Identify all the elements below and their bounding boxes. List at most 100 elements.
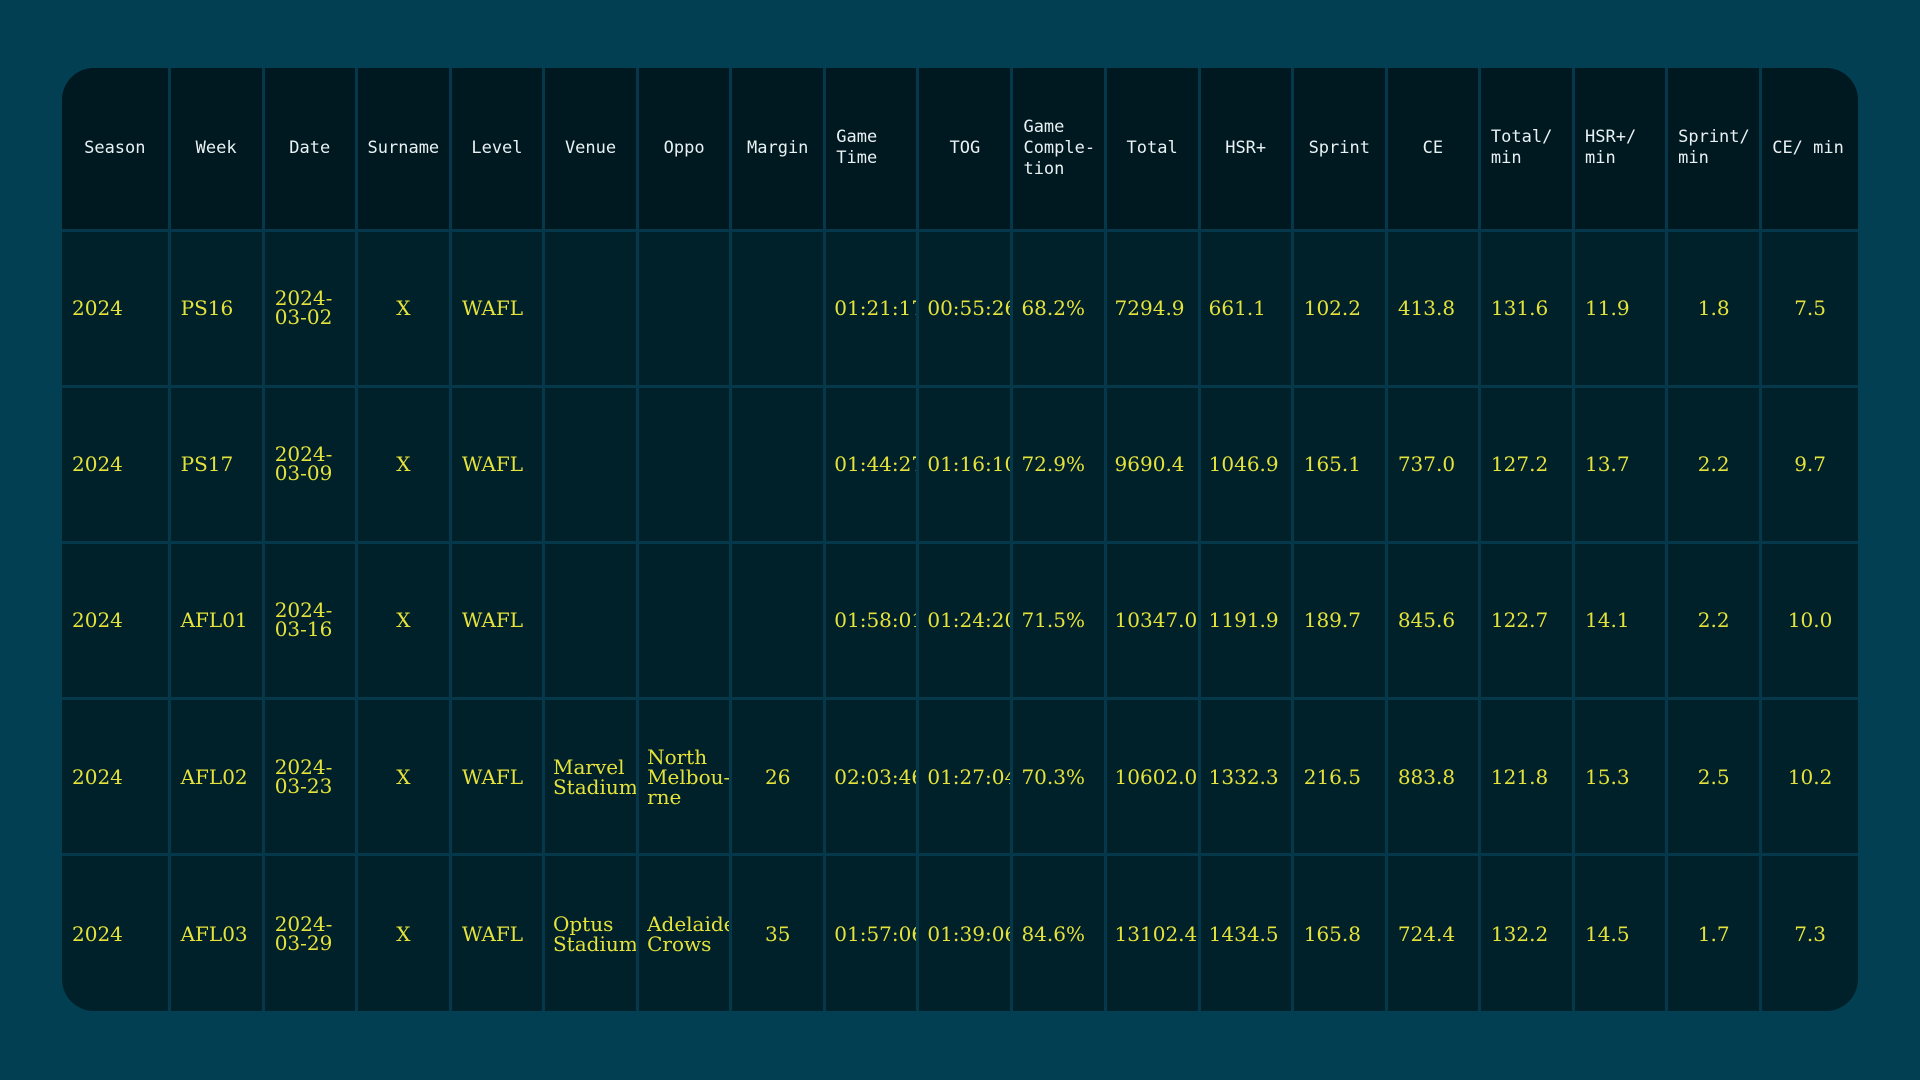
cell-margin: 26 (729, 697, 827, 857)
cell-sprint: 165.1 (1290, 384, 1388, 544)
cell-margin: 35 (729, 853, 827, 1011)
cell-oppo: North Melbou-rne (636, 697, 733, 857)
cell-level: WAFL (448, 697, 545, 857)
cell-venue (541, 384, 640, 544)
cell-margin (729, 384, 827, 544)
cell-game-time: 01:57:06 (823, 853, 920, 1011)
table-row: 2024 AFL02 2024-03-23 X WAFL Marvel Stadium No… (62, 697, 1858, 857)
cell-surname: X (354, 540, 452, 701)
cell-sprint-min: 1.8 (1665, 228, 1763, 388)
cell-surname: X (354, 228, 452, 388)
cell-level: WAFL (448, 384, 545, 544)
column-header: Date (261, 68, 358, 232)
table-row: 2024 PS16 2024-03-02 X WAFL 01:21:17 00:55:26 6… (62, 228, 1858, 388)
column-header: Level (448, 68, 545, 232)
column-header: Sprint (1290, 68, 1388, 232)
cell-ce-min: 10.2 (1759, 697, 1858, 857)
cell-game-completion: 70.3% (1010, 697, 1107, 857)
cell-total: 9690.4 (1103, 384, 1201, 544)
column-header: Game Time (823, 68, 920, 232)
cell-total: 7294.9 (1103, 228, 1201, 388)
column-header: CE/ min (1759, 68, 1858, 232)
column-header: Margin (729, 68, 827, 232)
cell-venue: Optus Stadium (541, 853, 640, 1011)
cell-tog: 01:39:06 (916, 853, 1014, 1011)
cell-venue (541, 540, 640, 701)
column-header: Surname (354, 68, 452, 232)
cell-hsr: 1434.5 (1197, 853, 1294, 1011)
cell-sprint-min: 2.2 (1665, 384, 1763, 544)
cell-hsr: 661.1 (1197, 228, 1294, 388)
cell-ce: 737.0 (1384, 384, 1481, 544)
cell-game-completion: 71.5% (1010, 540, 1107, 701)
cell-margin (729, 228, 827, 388)
column-header: TOG (916, 68, 1014, 232)
column-header: Total/ min (1477, 68, 1576, 232)
cell-season: 2024 (62, 697, 171, 857)
cell-oppo (636, 384, 733, 544)
cell-date: 2024-03-09 (261, 384, 358, 544)
cell-season: 2024 (62, 384, 171, 544)
cell-season: 2024 (62, 540, 171, 701)
cell-sprint: 189.7 (1290, 540, 1388, 701)
cell-game-time: 01:44:27 (823, 384, 920, 544)
cell-total: 10602.0 (1103, 697, 1201, 857)
cell-hsr: 1191.9 (1197, 540, 1294, 701)
cell-game-time: 01:21:17 (823, 228, 920, 388)
cell-ce-min: 7.3 (1759, 853, 1858, 1011)
cell-season: 2024 (62, 853, 171, 1011)
cell-total-min: 132.2 (1477, 853, 1576, 1011)
column-header: CE (1384, 68, 1481, 232)
table-row: 2024 AFL01 2024-03-16 X WAFL 01:58:01 01:24:20… (62, 540, 1858, 701)
cell-ce: 724.4 (1384, 853, 1481, 1011)
cell-surname: X (354, 384, 452, 544)
cell-total: 13102.4 (1103, 853, 1201, 1011)
cell-week: PS17 (167, 384, 265, 544)
cell-tog: 01:27:04 (916, 697, 1014, 857)
cell-oppo (636, 228, 733, 388)
cell-date: 2024-03-02 (261, 228, 358, 388)
cell-oppo: Adelaide Crows (636, 853, 733, 1011)
cell-surname: X (354, 853, 452, 1011)
cell-week: PS16 (167, 228, 265, 388)
table-row: 2024 PS17 2024-03-09 X WAFL 01:44:27 01:16:10 7… (62, 384, 1858, 544)
cell-sprint: 216.5 (1290, 697, 1388, 857)
cell-margin (729, 540, 827, 701)
cell-game-completion: 72.9% (1010, 384, 1107, 544)
cell-tog: 01:24:20 (916, 540, 1014, 701)
cell-tog: 00:55:26 (916, 228, 1014, 388)
cell-total-min: 122.7 (1477, 540, 1576, 701)
cell-hsr-min: 14.1 (1572, 540, 1669, 701)
cell-total-min: 127.2 (1477, 384, 1576, 544)
cell-tog: 01:16:10 (916, 384, 1014, 544)
column-header: Venue (541, 68, 640, 232)
column-header: Game Comple-tion (1010, 68, 1107, 232)
cell-hsr: 1046.9 (1197, 384, 1294, 544)
header-row: Season Week Date Surname Level Venue Opp… (62, 68, 1858, 232)
cell-hsr: 1332.3 (1197, 697, 1294, 857)
cell-ce-min: 9.7 (1759, 384, 1858, 544)
cell-venue (541, 228, 640, 388)
table-body: 2024 PS16 2024-03-02 X WAFL 01:21:17 00:55:26 6… (62, 228, 1858, 1011)
column-header: Oppo (636, 68, 733, 232)
cell-sprint: 102.2 (1290, 228, 1388, 388)
cell-date: 2024-03-29 (261, 853, 358, 1011)
cell-week: AFL02 (167, 697, 265, 857)
cell-ce: 845.6 (1384, 540, 1481, 701)
cell-hsr-min: 11.9 (1572, 228, 1669, 388)
column-header: HSR+ (1197, 68, 1294, 232)
cell-date: 2024-03-16 (261, 540, 358, 701)
cell-week: AFL03 (167, 853, 265, 1011)
cell-week: AFL01 (167, 540, 265, 701)
cell-season: 2024 (62, 228, 171, 388)
cell-ce: 413.8 (1384, 228, 1481, 388)
cell-total-min: 131.6 (1477, 228, 1576, 388)
data-table-card: Season Week Date Surname Level Venue Opp… (62, 68, 1858, 1011)
cell-sprint-min: 1.7 (1665, 853, 1763, 1011)
cell-hsr-min: 14.5 (1572, 853, 1669, 1011)
cell-total-min: 121.8 (1477, 697, 1576, 857)
cell-venue: Marvel Stadium (541, 697, 640, 857)
column-header: HSR+/ min (1572, 68, 1669, 232)
cell-level: WAFL (448, 228, 545, 388)
cell-level: WAFL (448, 853, 545, 1011)
